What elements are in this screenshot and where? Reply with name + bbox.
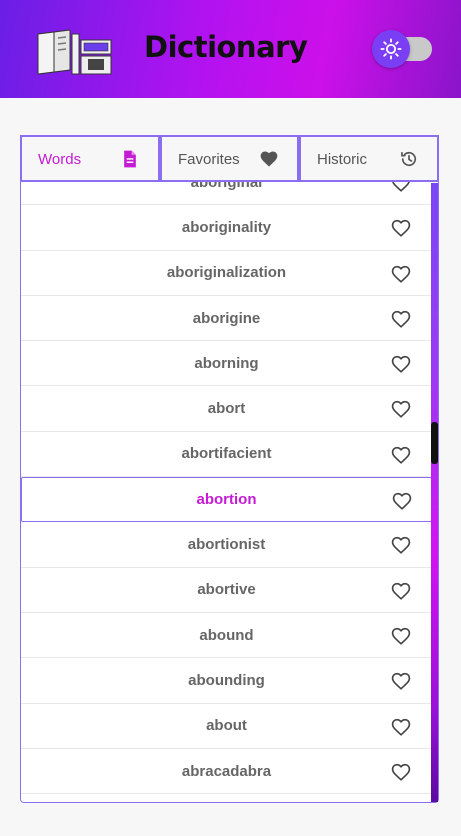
word-label: abortifacient bbox=[181, 445, 272, 463]
word-row[interactable]: abracadabra bbox=[21, 748, 432, 795]
favorite-heart-icon[interactable] bbox=[390, 182, 412, 194]
tab-favorites[interactable]: Favorites bbox=[160, 135, 299, 182]
word-label: abortion bbox=[196, 491, 257, 509]
word-label: abort bbox=[207, 400, 246, 418]
sun-icon bbox=[380, 38, 402, 60]
word-row-selected[interactable]: abortion bbox=[21, 477, 432, 523]
favorite-heart-icon[interactable] bbox=[390, 263, 412, 285]
word-row[interactable]: abrachia bbox=[21, 794, 432, 802]
favorite-heart-icon[interactable] bbox=[390, 716, 412, 738]
scrollbar-thumb[interactable] bbox=[431, 422, 438, 464]
word-list-inner: aboriginal aboriginality aboriginalization… bbox=[21, 182, 432, 802]
word-label: abracadabra bbox=[181, 762, 272, 780]
app-title: Dictionary bbox=[144, 30, 308, 64]
word-row[interactable]: aboriginality bbox=[21, 205, 432, 251]
history-icon bbox=[401, 151, 417, 167]
word-row[interactable]: aborning bbox=[21, 341, 432, 387]
word-label: aboriginality bbox=[181, 218, 272, 236]
favorite-heart-icon[interactable] bbox=[390, 670, 412, 692]
favorite-heart-icon[interactable] bbox=[390, 625, 412, 647]
tab-historic[interactable]: Historic bbox=[299, 135, 439, 182]
word-row[interactable]: abortifacient bbox=[21, 431, 432, 478]
favorite-heart-icon[interactable] bbox=[391, 490, 413, 512]
dictionary-book-icon bbox=[37, 29, 112, 75]
word-row[interactable]: abortionist bbox=[21, 522, 432, 568]
word-label: aborigine bbox=[192, 309, 261, 327]
word-row[interactable]: abound bbox=[21, 612, 432, 659]
favorite-heart-icon[interactable] bbox=[390, 761, 412, 783]
word-label: about bbox=[206, 717, 247, 735]
favorite-heart-icon[interactable] bbox=[390, 217, 412, 239]
word-label: abortionist bbox=[187, 536, 266, 554]
word-label: aborning bbox=[194, 354, 259, 372]
word-row[interactable]: abortive bbox=[21, 567, 432, 613]
tab-bar: Words Favorites Historic bbox=[20, 135, 439, 182]
word-label: aboriginalization bbox=[166, 264, 287, 282]
word-row[interactable]: abort bbox=[21, 386, 432, 432]
word-row[interactable]: aborigine bbox=[21, 295, 432, 342]
word-row[interactable]: aboriginal bbox=[21, 182, 432, 206]
favorite-heart-icon[interactable] bbox=[390, 353, 412, 375]
word-label: abounding bbox=[188, 671, 265, 689]
favorite-heart-icon[interactable] bbox=[390, 308, 412, 330]
word-row[interactable]: about bbox=[21, 703, 432, 749]
app-header: Dictionary bbox=[0, 0, 461, 98]
toggle-knob[interactable] bbox=[372, 30, 410, 68]
word-label: abortive bbox=[197, 581, 256, 599]
word-row[interactable]: abounding bbox=[21, 658, 432, 704]
favorite-heart-icon[interactable] bbox=[390, 534, 412, 556]
favorite-heart-icon[interactable] bbox=[390, 444, 412, 466]
theme-toggle[interactable] bbox=[372, 30, 432, 68]
tab-favorites-label: Favorites bbox=[178, 151, 240, 168]
document-icon bbox=[124, 150, 136, 168]
heart-filled-icon bbox=[260, 151, 278, 167]
scrollbar-track[interactable] bbox=[431, 183, 438, 802]
word-list[interactable]: aboriginal aboriginality aboriginalization… bbox=[20, 182, 439, 803]
tab-words-label: Words bbox=[38, 151, 82, 168]
word-label: aboriginal bbox=[190, 182, 263, 191]
tab-words[interactable]: Words bbox=[20, 135, 160, 182]
favorite-heart-icon[interactable] bbox=[390, 580, 412, 602]
tab-historic-label: Historic bbox=[317, 151, 368, 168]
favorite-heart-icon[interactable] bbox=[390, 398, 412, 420]
word-label: abound bbox=[199, 626, 254, 644]
word-row[interactable]: aboriginalization bbox=[21, 250, 432, 296]
